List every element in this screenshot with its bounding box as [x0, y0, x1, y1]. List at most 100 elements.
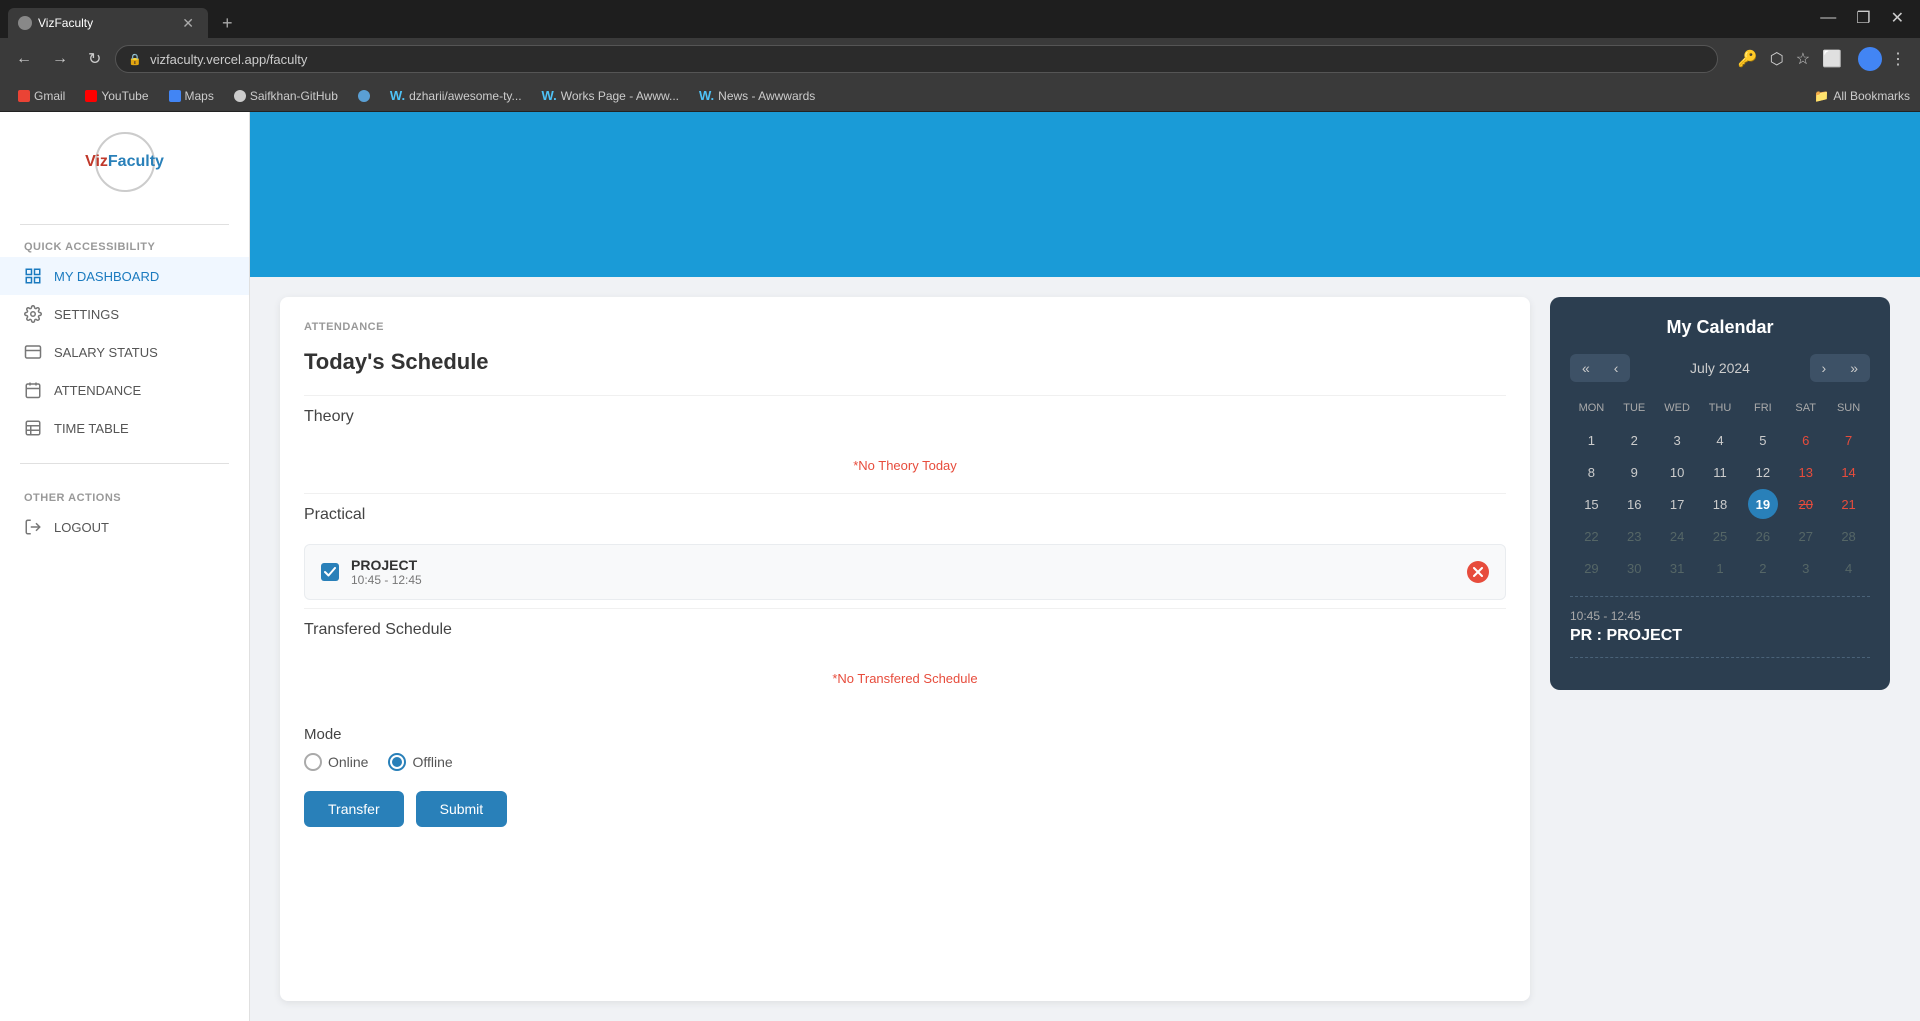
- transferred-section-title: Transfered Schedule: [304, 608, 1506, 651]
- cal-cell-14[interactable]: 14: [1834, 457, 1864, 487]
- calendar-week-3: 15 16 17 18 19 20 21: [1570, 488, 1870, 520]
- cal-cell-31[interactable]: 31: [1662, 553, 1692, 583]
- cal-cell-2[interactable]: 2: [1619, 425, 1649, 455]
- bookmark-gmail[interactable]: Gmail: [10, 86, 73, 106]
- offline-radio[interactable]: [388, 753, 406, 771]
- cal-cell-9[interactable]: 9: [1619, 457, 1649, 487]
- calendar-event-time: 10:45 - 12:45: [1570, 609, 1870, 623]
- tab-close-button[interactable]: ✕: [178, 13, 198, 34]
- delete-icon: [1473, 567, 1483, 577]
- bookmark-news[interactable]: W. News - Awwwards: [691, 85, 823, 106]
- cal-cell-10[interactable]: 10: [1662, 457, 1692, 487]
- bookmark-github[interactable]: Saifkhan-GitHub: [226, 86, 346, 106]
- cal-cell-12[interactable]: 12: [1748, 457, 1778, 487]
- cal-cell-30[interactable]: 30: [1619, 553, 1649, 583]
- cal-cell-17[interactable]: 17: [1662, 489, 1692, 519]
- calendar-next-button[interactable]: ›: [1810, 354, 1839, 382]
- new-tab-button[interactable]: +: [216, 8, 239, 38]
- calendar-nav: « ‹ July 2024 › »: [1570, 354, 1870, 382]
- restore-button[interactable]: ❐: [1848, 6, 1878, 30]
- cal-cell-15[interactable]: 15: [1576, 489, 1606, 519]
- bookmarks-bar: Gmail YouTube Maps Saifkhan-GitHub W. dz…: [0, 80, 1920, 112]
- cal-cell-20[interactable]: 20: [1791, 489, 1821, 519]
- back-button[interactable]: ←: [10, 46, 38, 72]
- bookmark-dzharii[interactable]: W. dzharii/awesome-ty...: [382, 85, 530, 106]
- other-actions-label: OTHER ACTIONS: [0, 484, 249, 508]
- bookmark-maps-label: Maps: [185, 89, 214, 103]
- address-bar[interactable]: 🔒 vizfaculty.vercel.app/faculty: [115, 45, 1717, 73]
- logout-icon: [24, 518, 42, 536]
- sidebar-item-attendance[interactable]: ATTENDANCE: [0, 371, 249, 409]
- calendar-title: My Calendar: [1570, 317, 1870, 338]
- sidebar-item-timetable[interactable]: TIME TABLE: [0, 409, 249, 447]
- bookmark-works[interactable]: W. Works Page - Awww...: [534, 85, 687, 106]
- cal-cell-21[interactable]: 21: [1834, 489, 1864, 519]
- mode-online-option[interactable]: Online: [304, 753, 368, 771]
- forward-button[interactable]: →: [46, 46, 74, 72]
- minimize-button[interactable]: —: [1812, 7, 1844, 29]
- profile-icon[interactable]: [1858, 47, 1882, 71]
- cal-cell-24[interactable]: 24: [1662, 521, 1692, 551]
- cal-cell-8[interactable]: 8: [1576, 457, 1606, 487]
- logo-circle: VizFaculty: [95, 132, 155, 192]
- news-w-icon: W.: [699, 88, 714, 103]
- no-theory-message: *No Theory Today: [304, 438, 1506, 493]
- calendar-prev-prev-button[interactable]: «: [1570, 354, 1602, 382]
- cal-cell-22[interactable]: 22: [1576, 521, 1606, 551]
- cal-cell-7[interactable]: 7: [1834, 425, 1864, 455]
- cal-cell-18[interactable]: 18: [1705, 489, 1735, 519]
- tab-title: VizFaculty: [38, 16, 172, 30]
- cal-cell-25[interactable]: 25: [1705, 521, 1735, 551]
- cal-cell-11[interactable]: 11: [1705, 457, 1735, 487]
- calendar-next-next-button[interactable]: »: [1838, 354, 1870, 382]
- reload-button[interactable]: ↻: [82, 45, 107, 73]
- key-icon[interactable]: 🔑: [1734, 45, 1762, 73]
- cal-cell-3[interactable]: 3: [1662, 425, 1692, 455]
- bookmark-globe[interactable]: [350, 87, 378, 105]
- star-icon[interactable]: ☆: [1792, 45, 1814, 73]
- practical-checkbox[interactable]: [321, 563, 339, 581]
- bookmark-maps[interactable]: Maps: [161, 86, 222, 106]
- cal-cell-26[interactable]: 26: [1748, 521, 1778, 551]
- extensions-icon[interactable]: ⬜: [1818, 45, 1846, 73]
- all-bookmarks-button[interactable]: 📁 All Bookmarks: [1814, 89, 1910, 103]
- bookmark-youtube[interactable]: YouTube: [77, 86, 156, 106]
- calendar-week-4: 22 23 24 25 26 27 28: [1570, 520, 1870, 552]
- practical-delete-button[interactable]: [1467, 561, 1489, 583]
- cal-cell-23[interactable]: 23: [1619, 521, 1649, 551]
- mode-section: Mode Online Offline: [304, 726, 1506, 827]
- calendar-panel: My Calendar « ‹ July 2024 › »: [1550, 297, 1890, 1001]
- cal-cell-next-4[interactable]: 4: [1834, 553, 1864, 583]
- menu-icon[interactable]: ⋮: [1886, 45, 1910, 73]
- calendar-prev-button[interactable]: ‹: [1602, 354, 1631, 382]
- cast-icon[interactable]: ⬡: [1766, 45, 1788, 73]
- cal-cell-28[interactable]: 28: [1834, 521, 1864, 551]
- cal-cell-5[interactable]: 5: [1748, 425, 1778, 455]
- mode-offline-option[interactable]: Offline: [388, 753, 452, 771]
- cal-cell-29[interactable]: 29: [1576, 553, 1606, 583]
- sidebar-item-dashboard[interactable]: MY DASHBOARD: [0, 257, 249, 295]
- cal-cell-16[interactable]: 16: [1619, 489, 1649, 519]
- bookmark-youtube-label: YouTube: [101, 89, 148, 103]
- cal-cell-19-today[interactable]: 19: [1748, 489, 1778, 519]
- sidebar-item-settings[interactable]: SETTINGS: [0, 295, 249, 333]
- sidebar-salary-label: SALARY STATUS: [54, 345, 158, 360]
- calendar-nav-prev-group: « ‹: [1570, 354, 1630, 382]
- transfer-button[interactable]: Transfer: [304, 791, 404, 827]
- cal-cell-next-1[interactable]: 1: [1705, 553, 1735, 583]
- timetable-icon: [24, 419, 42, 437]
- cal-cell-6[interactable]: 6: [1791, 425, 1821, 455]
- cal-cell-4[interactable]: 4: [1705, 425, 1735, 455]
- submit-button[interactable]: Submit: [416, 791, 508, 827]
- online-radio[interactable]: [304, 753, 322, 771]
- sidebar-item-logout[interactable]: LOGOUT: [0, 508, 249, 546]
- close-button[interactable]: ✕: [1883, 6, 1912, 30]
- active-tab[interactable]: VizFaculty ✕: [8, 8, 208, 38]
- sidebar-item-salary[interactable]: SALARY STATUS: [0, 333, 249, 371]
- cal-cell-next-2[interactable]: 2: [1748, 553, 1778, 583]
- cal-cell-13[interactable]: 13: [1791, 457, 1821, 487]
- cal-cell-next-3[interactable]: 3: [1791, 553, 1821, 583]
- practical-time: 10:45 - 12:45: [351, 573, 1455, 587]
- cal-cell-1[interactable]: 1: [1576, 425, 1606, 455]
- cal-cell-27[interactable]: 27: [1791, 521, 1821, 551]
